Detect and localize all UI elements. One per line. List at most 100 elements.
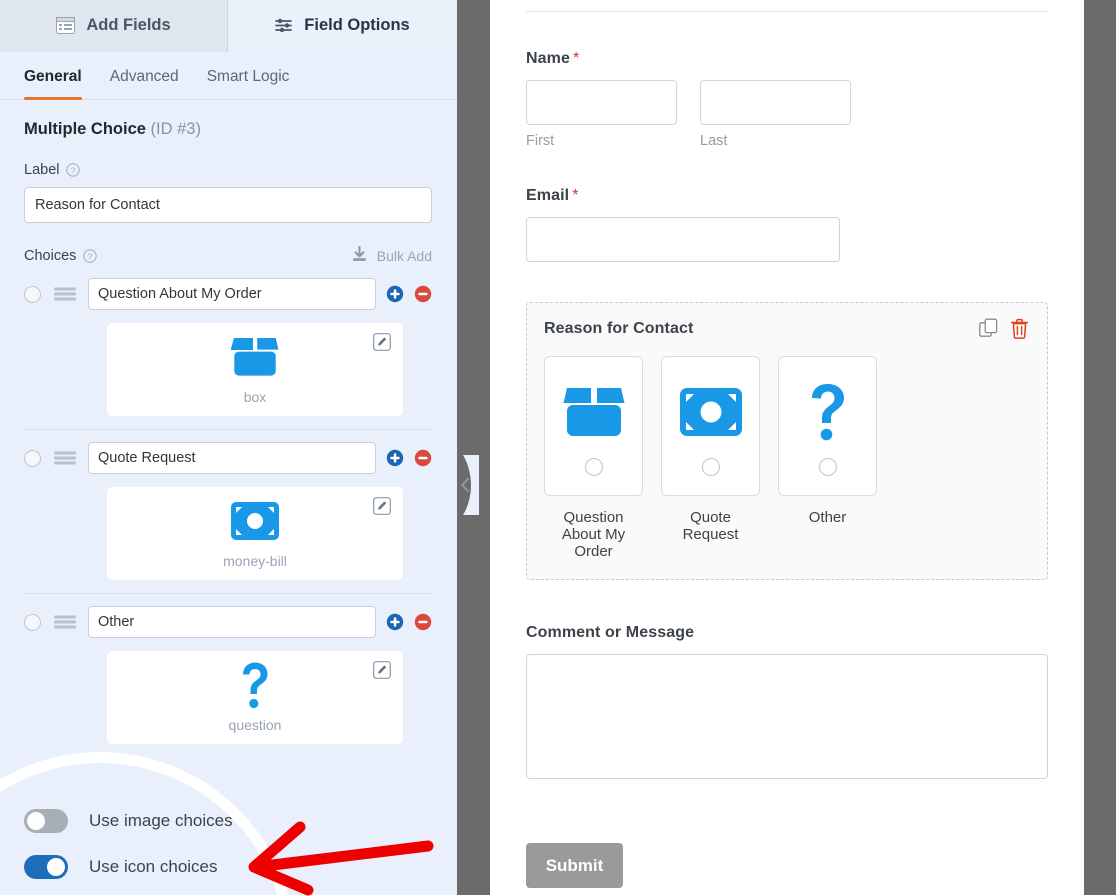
tab-add-fields[interactable]: Add Fields [0,0,228,52]
active-field-header: Reason for Contact [544,318,1030,339]
icon-choice-box[interactable] [778,356,877,496]
bulk-add-button[interactable]: Bulk Add [351,245,432,266]
tab-add-fields-label: Add Fields [86,16,171,34]
preview-field-reason-for-contact[interactable]: Reason for Contact Question About My Ord… [526,302,1048,580]
duplicate-icon[interactable] [979,318,999,339]
required-marker: * [572,187,579,204]
choice-icon-preview-card[interactable]: question [107,651,403,744]
name-first-column: First [526,80,677,149]
drag-handle-icon[interactable] [54,615,76,629]
comment-field-label: Comment or Message [526,624,695,641]
choice-label-input[interactable] [88,442,376,474]
choice-radio-icon[interactable] [24,285,41,303]
choice-radio-icon[interactable] [24,613,41,631]
sub-tab-bar: General Advanced Smart Logic [0,52,457,100]
last-name-input[interactable] [700,80,851,125]
circle-minus-icon[interactable] [414,285,432,303]
first-name-input[interactable] [526,80,677,125]
download-icon [351,245,368,266]
choice-display-toggles: Use image choices Use icon choices [24,798,434,890]
edit-pencil-icon[interactable] [373,661,391,679]
edit-pencil-icon[interactable] [373,497,391,515]
field-type-name: Multiple Choice [24,120,146,138]
last-name-sublabel: Last [700,133,728,149]
icon-choice-caption: Other [808,509,847,526]
drag-handle-icon[interactable] [54,451,76,465]
sub-tab-advanced[interactable]: Advanced [110,68,179,99]
toggle-row-use-image-choices: Use image choices [24,798,434,844]
preview-field-name[interactable]: Name * First Last [526,50,1048,149]
list-panel-icon [56,17,76,34]
required-marker: * [572,50,580,67]
icon-choice-item: Other [778,356,877,560]
choice-icon-name: box [243,389,267,405]
email-input[interactable] [526,217,840,262]
submit-button[interactable]: Submit [526,843,623,888]
sliders-icon [274,17,293,34]
drag-handle-icon[interactable] [54,287,76,301]
use-icon-choices-toggle[interactable] [24,855,68,879]
sub-tab-general-label: General [24,68,82,85]
panel-tab-bar: Add Fields Field Options [0,0,457,52]
email-label-text: Email [526,187,570,204]
label-section-label: Label ? [24,162,433,178]
tab-field-options-label: Field Options [304,16,410,34]
reason-field-label: Reason for Contact [544,319,694,337]
choice-label-input[interactable] [88,278,376,310]
money-bill-icon [231,498,279,544]
icon-choice-radio[interactable] [701,457,720,476]
circle-plus-icon[interactable] [386,613,404,631]
label-input[interactable] [24,187,432,223]
active-field-actions [979,318,1030,339]
question-mark-icon [807,377,849,447]
tab-field-options[interactable]: Field Options [228,0,456,52]
choice-row: box [24,266,432,416]
panel-divider [457,0,490,895]
bulk-add-label: Bulk Add [376,248,432,264]
field-options-panel: Add Fields Field Options General Advance… [0,0,457,895]
sub-tab-advanced-label: Advanced [109,68,179,85]
icon-choice-box[interactable] [661,356,760,496]
icon-choices-list: Question About My Order Quote Request Ot… [544,356,1030,560]
choice-icon-name: money-bill [223,553,287,569]
choices-header: Choices ? Bulk Add [24,245,432,266]
name-label-text: Name [526,50,570,67]
circle-plus-icon[interactable] [386,285,404,303]
icon-choice-caption: Quote Request [682,509,739,543]
preview-field-comment[interactable]: Comment or Message [526,624,1048,779]
right-edge-strip [1084,0,1116,895]
icon-choice-radio[interactable] [818,457,837,476]
choice-radio-icon[interactable] [24,449,41,467]
box-icon [563,377,625,447]
name-last-column: Last [700,80,851,149]
use-icon-choices-label: Use icon choices [89,857,218,876]
name-field-label: Name * [526,50,1048,68]
choice-row-controls [24,278,432,310]
sub-tab-smart-logic[interactable]: Smart Logic [207,68,290,99]
trash-icon[interactable] [1010,318,1030,339]
sub-tab-smart-logic-label: Smart Logic [206,68,290,85]
icon-choice-radio[interactable] [584,457,603,476]
circle-plus-icon[interactable] [386,449,404,467]
circle-minus-icon[interactable] [414,449,432,467]
choice-label-input[interactable] [88,606,376,638]
question-circle-icon[interactable]: ? [83,249,98,263]
choice-row-controls [24,442,432,474]
choice-row-controls [24,606,432,638]
question-circle-icon[interactable]: ? [66,163,81,177]
preview-field-email[interactable]: Email * [526,187,1048,262]
icon-choice-box[interactable] [544,356,643,496]
use-image-choices-label: Use image choices [89,811,233,830]
collapse-panel-handle[interactable] [449,455,479,515]
choices-text: Choices [24,248,77,264]
money-bill-icon [679,377,742,447]
circle-minus-icon[interactable] [414,613,432,631]
choice-icon-preview-card[interactable]: money-bill [107,487,403,580]
sub-tab-general[interactable]: General [24,68,82,100]
choice-icon-preview-card[interactable]: box [107,323,403,416]
edit-pencil-icon[interactable] [373,333,391,351]
field-id: (ID #3) [150,120,201,138]
comment-textarea[interactable] [526,654,1048,779]
question-mark-icon [238,662,272,709]
use-image-choices-toggle[interactable] [24,809,68,833]
